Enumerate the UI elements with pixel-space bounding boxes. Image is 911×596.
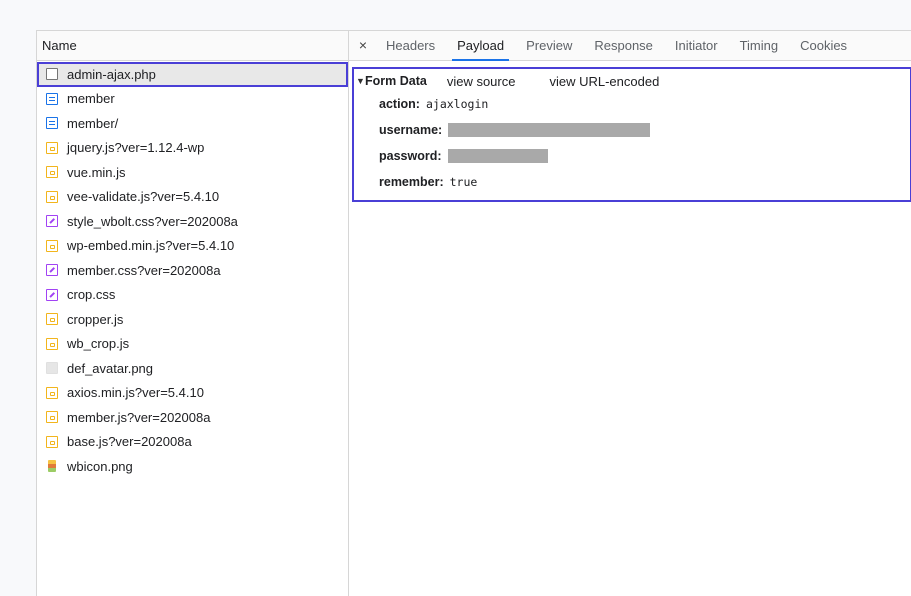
- request-row[interactable]: def_avatar.png: [37, 356, 348, 381]
- script-icon: [46, 337, 58, 350]
- tab-payload[interactable]: Payload: [446, 31, 515, 61]
- document-icon: [46, 68, 58, 81]
- tab-initiator[interactable]: Initiator: [664, 31, 729, 60]
- request-row[interactable]: wp-embed.min.js?ver=5.4.10: [37, 234, 348, 259]
- close-icon[interactable]: ×: [351, 31, 375, 60]
- request-row[interactable]: member/: [37, 111, 348, 136]
- script-icon: [46, 313, 58, 326]
- request-row[interactable]: wbicon.png: [37, 454, 348, 479]
- image-icon: [48, 460, 56, 473]
- script-icon: [46, 386, 58, 399]
- request-name: style_wbolt.css?ver=202008a: [67, 213, 238, 229]
- script-icon: [46, 239, 58, 252]
- tab-cookies[interactable]: Cookies: [789, 31, 858, 60]
- request-name: base.js?ver=202008a: [67, 434, 192, 450]
- stylesheet-icon: [46, 288, 58, 301]
- request-name: member.js?ver=202008a: [67, 409, 211, 425]
- request-name: vue.min.js: [67, 164, 126, 180]
- script-icon: [46, 190, 58, 203]
- request-name: crop.css: [67, 287, 116, 303]
- request-name: member.css?ver=202008a: [67, 262, 221, 278]
- form-field-action: action: ajaxlogin: [354, 91, 910, 117]
- field-key: password:: [379, 149, 442, 163]
- script-icon: [46, 166, 58, 179]
- view-source-link[interactable]: view source: [447, 74, 516, 89]
- request-row[interactable]: base.js?ver=202008a: [37, 430, 348, 455]
- field-value: true: [449, 175, 478, 189]
- form-field-remember: remember: true: [354, 169, 910, 195]
- tab-timing[interactable]: Timing: [729, 31, 790, 60]
- details-tabbar: × Headers Payload Preview Response Initi…: [349, 31, 911, 61]
- html-document-icon: [46, 92, 58, 105]
- devtools-network-panel: Name admin-ajax.php member member/ jquer…: [36, 30, 911, 596]
- form-field-password: password:: [354, 143, 910, 169]
- request-row[interactable]: crop.css: [37, 283, 348, 308]
- request-list-header[interactable]: Name: [37, 31, 348, 61]
- request-name: def_avatar.png: [67, 360, 154, 376]
- field-key: username:: [379, 123, 443, 137]
- tab-response[interactable]: Response: [583, 31, 664, 60]
- redacted-value: [448, 123, 651, 137]
- request-name: admin-ajax.php: [67, 66, 156, 82]
- form-data-section: ▼ Form Data view source view URL-encoded…: [352, 67, 911, 202]
- request-row[interactable]: member.js?ver=202008a: [37, 405, 348, 430]
- request-name: member: [67, 91, 115, 107]
- request-row[interactable]: member.css?ver=202008a: [37, 258, 348, 283]
- request-name: cropper.js: [67, 311, 124, 327]
- request-row[interactable]: member: [37, 87, 348, 112]
- image-icon: [46, 362, 58, 375]
- request-row[interactable]: admin-ajax.php: [37, 62, 348, 87]
- redacted-value: [447, 149, 548, 163]
- request-row[interactable]: jquery.js?ver=1.12.4-wp: [37, 136, 348, 161]
- request-row[interactable]: wb_crop.js: [37, 332, 348, 357]
- request-name: jquery.js?ver=1.12.4-wp: [67, 140, 205, 156]
- field-value: ajaxlogin: [425, 97, 489, 111]
- request-row[interactable]: cropper.js: [37, 307, 348, 332]
- stylesheet-icon: [46, 215, 58, 228]
- request-row[interactable]: vee-validate.js?ver=5.4.10: [37, 185, 348, 210]
- stylesheet-icon: [46, 264, 58, 277]
- html-document-icon: [46, 117, 58, 130]
- request-details: × Headers Payload Preview Response Initi…: [349, 31, 911, 596]
- request-name: wbicon.png: [67, 458, 133, 474]
- view-url-encoded-link[interactable]: view URL-encoded: [549, 74, 659, 89]
- script-icon: [46, 141, 58, 154]
- tab-preview[interactable]: Preview: [515, 31, 583, 60]
- request-row[interactable]: axios.min.js?ver=5.4.10: [37, 381, 348, 406]
- form-data-title[interactable]: Form Data: [365, 74, 427, 88]
- request-name: wb_crop.js: [67, 336, 130, 352]
- request-row[interactable]: style_wbolt.css?ver=202008a: [37, 209, 348, 234]
- field-key: remember:: [379, 175, 444, 189]
- script-icon: [46, 435, 58, 448]
- request-name: member/: [67, 115, 119, 131]
- script-icon: [46, 411, 58, 424]
- request-row[interactable]: vue.min.js: [37, 160, 348, 185]
- field-key: action:: [379, 97, 420, 111]
- tab-headers[interactable]: Headers: [375, 31, 446, 60]
- request-name: vee-validate.js?ver=5.4.10: [67, 189, 220, 205]
- form-field-username: username:: [354, 117, 910, 143]
- triangle-down-icon[interactable]: ▼: [356, 76, 365, 86]
- request-name: wp-embed.min.js?ver=5.4.10: [67, 238, 235, 254]
- request-name: axios.min.js?ver=5.4.10: [67, 385, 204, 401]
- request-list: Name admin-ajax.php member member/ jquer…: [37, 31, 349, 596]
